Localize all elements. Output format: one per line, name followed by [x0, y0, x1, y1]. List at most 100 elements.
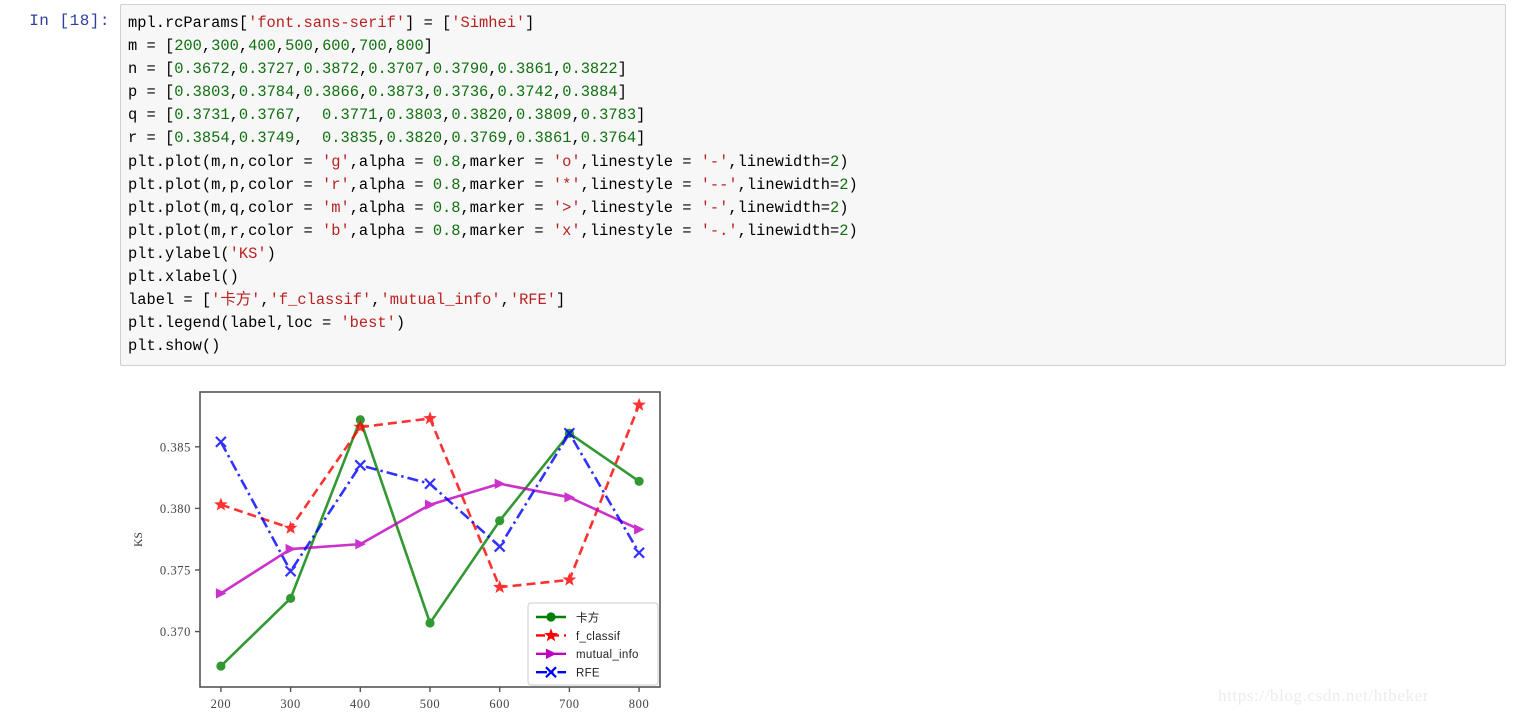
y-tick-label: 0.375	[160, 563, 191, 577]
code-line: plt.show()	[128, 335, 1497, 358]
code-token: ,	[312, 37, 323, 56]
code-token: 500	[285, 37, 313, 56]
code-token: 0.3764	[580, 129, 637, 148]
code-token: 0.3803	[386, 106, 443, 125]
code-token: 0.3861	[516, 129, 572, 148]
code-token: 0.3731	[174, 106, 230, 125]
code-token: 0.3803	[174, 83, 230, 102]
code-token: 0.3861	[497, 60, 553, 79]
data-point-marker	[495, 516, 505, 526]
code-token: 0.3884	[562, 83, 618, 102]
x-tick-label: 300	[280, 697, 301, 711]
code-token: ,alpha =	[349, 198, 433, 217]
data-point-marker	[425, 618, 435, 628]
code-token: ,	[386, 37, 396, 56]
code-token: 'm'	[321, 198, 350, 217]
code-token: q = [	[128, 106, 175, 125]
code-token: ,	[358, 60, 369, 79]
code-token: ,linewidth=	[737, 175, 840, 194]
input-prompt-label: In [18]:	[29, 12, 110, 30]
code-token: ,	[294, 129, 322, 148]
code-token: ,	[423, 83, 433, 102]
code-cell: In [18]: mpl.rcParams['font.sans-serif']…	[0, 0, 1520, 370]
code-token: m = [	[128, 37, 175, 56]
code-token: ]	[617, 83, 627, 102]
code-token: 0.3854	[174, 129, 230, 148]
code-token: 0.3790	[432, 60, 489, 79]
code-token: 'font.sans-serif'	[248, 14, 406, 32]
matplotlib-line-chart: 0.370 0.375 0.380 0.385 200 300 400 500 600 700 80…	[133, 391, 661, 711]
code-token: ]	[636, 106, 646, 125]
code-token: plt.xlabel()	[128, 268, 239, 287]
code-token: 'RFE'	[509, 291, 557, 310]
code-token: ,	[358, 83, 369, 102]
code-token: 0.3809	[516, 106, 572, 125]
code-token: mpl.rcParams[	[128, 14, 249, 32]
code-token: 0.3707	[368, 60, 424, 79]
code-token: '-.'	[700, 221, 738, 240]
code-token: n = [	[128, 60, 175, 79]
code-line: p = [0.3803,0.3784,0.3866,0.3873,0.3736,…	[128, 81, 1497, 104]
y-tick-label: 0.380	[160, 502, 191, 516]
code-token: ,linestyle =	[580, 175, 701, 194]
code-token: ,	[201, 37, 212, 56]
code-line: label = ['卡方','f_classif','mutual_info',…	[128, 289, 1497, 312]
code-token: )	[839, 198, 849, 217]
code-token: ,	[552, 83, 563, 102]
output-figure: 0.370 0.375 0.380 0.385 200 300 400 500 600 700 80…	[120, 382, 680, 720]
code-token: plt.plot(m,r,color =	[128, 221, 322, 240]
x-tick-label: 700	[559, 697, 580, 711]
code-line: q = [0.3731,0.3767, 0.3771,0.3803,0.3820…	[128, 104, 1497, 127]
code-line: m = [200,300,400,500,600,700,800]	[128, 35, 1497, 58]
code-line: plt.plot(m,r,color = 'b',alpha = 0.8,mar…	[128, 220, 1497, 243]
code-token: 0.3866	[303, 83, 359, 102]
code-token: 0.8	[432, 221, 461, 240]
code-token: plt.plot(m,p,color =	[128, 175, 322, 194]
code-token: 'x'	[552, 221, 581, 240]
code-token: ,	[229, 83, 239, 102]
code-token: ,alpha =	[349, 221, 433, 240]
code-token: 0.3783	[580, 106, 637, 125]
code-token: ,	[552, 60, 563, 79]
data-point-marker	[216, 661, 226, 671]
legend-label: f_classif	[576, 631, 621, 643]
x-tick-label: 400	[350, 697, 371, 711]
y-tick-label: 0.385	[160, 440, 191, 454]
source-code[interactable]: mpl.rcParams['font.sans-serif'] = ['Simh…	[121, 5, 1505, 364]
code-token: ,	[275, 37, 286, 56]
code-token: ,	[229, 106, 239, 125]
code-token: 'mutual_info'	[380, 291, 501, 310]
code-token: )	[848, 175, 858, 194]
code-token: 0.3822	[562, 60, 618, 79]
code-token: 0.3749	[238, 129, 295, 148]
code-token: 0.3769	[451, 129, 507, 148]
code-token: 0.3742	[497, 83, 553, 102]
code-token: 400	[248, 37, 276, 56]
code-token: ,	[260, 291, 270, 310]
code-token: ,	[506, 106, 517, 125]
data-point-marker	[286, 593, 296, 603]
code-token: ,	[506, 129, 517, 148]
code-token: 0.3873	[368, 83, 424, 102]
code-token: 2	[839, 175, 849, 194]
code-token: ,marker =	[460, 221, 553, 240]
code-line: r = [0.3854,0.3749, 0.3835,0.3820,0.3769…	[128, 127, 1497, 150]
code-token: ,	[294, 83, 304, 102]
code-token: plt.plot(m,n,color =	[128, 152, 322, 171]
code-token: p = [	[128, 83, 175, 102]
code-token: '*'	[552, 175, 581, 194]
code-token: 800	[396, 37, 424, 56]
code-token: ,linestyle =	[580, 152, 701, 171]
code-token: 0.3727	[238, 60, 295, 79]
code-editor-area[interactable]: mpl.rcParams['font.sans-serif'] = ['Simh…	[120, 4, 1506, 366]
code-token: ,alpha =	[349, 175, 433, 194]
code-token: '-'	[700, 198, 729, 217]
code-token: plt.show()	[128, 337, 221, 356]
legend-label: RFE	[576, 668, 600, 680]
code-line: plt.plot(m,n,color = 'g',alpha = 0.8,mar…	[128, 151, 1497, 174]
code-token: ,	[488, 60, 498, 79]
code-token: ,marker =	[460, 198, 553, 217]
y-axis-label: KS	[133, 532, 145, 547]
code-token: 600	[322, 37, 350, 56]
code-token: 'Simhei'	[451, 14, 526, 32]
